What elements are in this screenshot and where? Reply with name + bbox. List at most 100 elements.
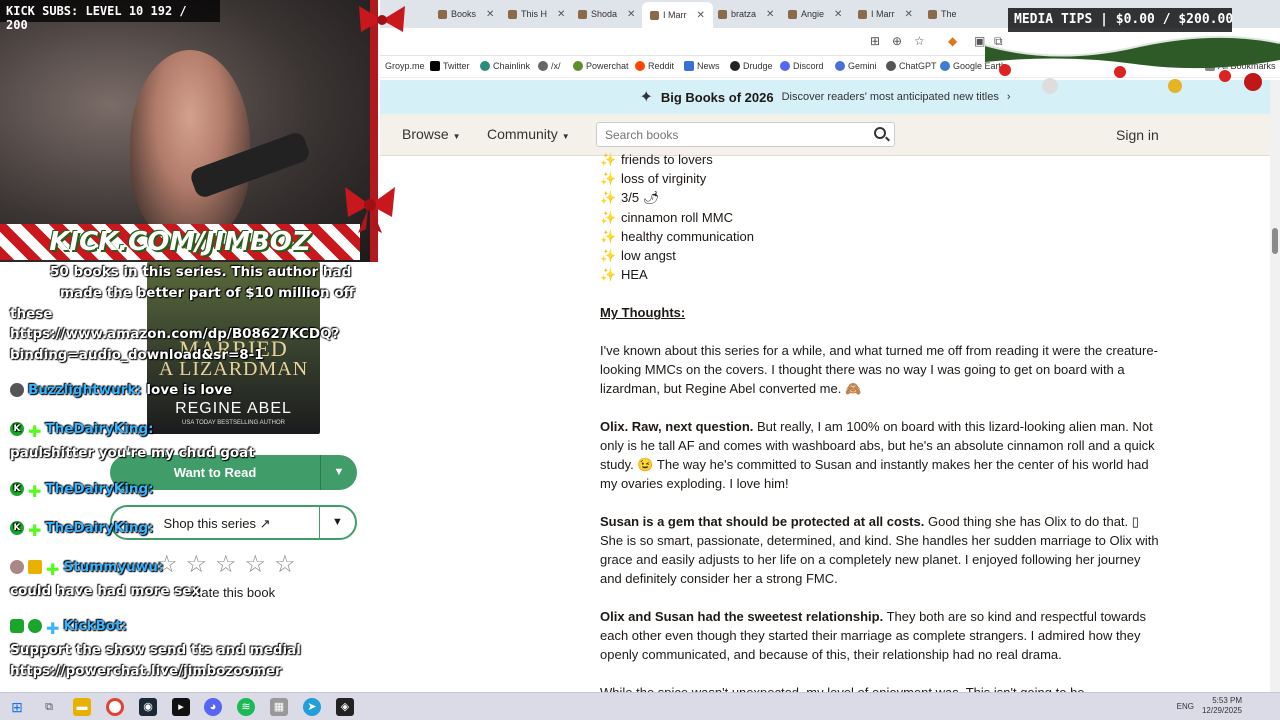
trope-item: ✨ cinnamon roll MMC — [600, 209, 733, 225]
bookmark-item[interactable]: Twitter — [430, 61, 470, 71]
close-icon[interactable]: ✕ — [697, 10, 705, 21]
tab-favicon-icon — [928, 9, 937, 19]
chat-message: https://www.amazon.com/dp/B08627KCDQ? — [10, 326, 340, 342]
bookmark-item[interactable]: Powerchat — [573, 61, 629, 71]
taskbar: ⊞ ⧉ ▬ ◉ ▸ ◕ ≋ ▦ ➤ ◈ ENG 5:53 PM 12/29/20… — [0, 692, 1280, 720]
bookmark-item[interactable]: ChatGPT — [886, 61, 937, 71]
discord-icon[interactable]: ◕ — [204, 698, 222, 716]
bot-badge-icon — [10, 619, 24, 633]
chat-message: Support the show send tts and medial — [10, 642, 301, 658]
bookmark-item[interactable]: Gemini — [835, 61, 877, 71]
review-paragraph: I've known about this series for a while… — [600, 343, 1158, 397]
news-icon — [684, 61, 694, 71]
steam-icon[interactable]: ◉ — [139, 698, 157, 716]
tab-favicon-icon — [788, 9, 797, 19]
obs-icon[interactable]: ◈ — [336, 698, 354, 716]
trope-item: ✨ healthy communication — [600, 228, 754, 244]
review-body: ✨ friends to lovers ✨ loss of virginity ✨ 3… — [600, 150, 1165, 702]
close-icon[interactable]: ✕ — [766, 9, 774, 20]
tab[interactable]: This H ✕ — [508, 5, 565, 23]
tab[interactable]: I Marr ✕ — [858, 5, 913, 23]
bookmark-item[interactable]: Reddit — [635, 61, 674, 71]
sparkle-icon: ✨ — [600, 248, 617, 264]
chat-message: K ✚ TheDairyKing: — [10, 520, 154, 540]
terminal-icon[interactable]: ▸ — [172, 698, 190, 716]
powerchat-icon — [573, 61, 583, 71]
tab[interactable]: bratza ✕ — [718, 5, 774, 23]
scrollbar[interactable] — [1270, 80, 1280, 692]
tab-favicon-icon — [858, 9, 867, 19]
tab[interactable]: The — [928, 5, 957, 23]
caret-down-icon: ▼ — [452, 132, 461, 141]
google-earth-icon — [940, 61, 950, 71]
sub-badge-icon: ✚ — [28, 422, 42, 441]
chrome-icon[interactable] — [106, 698, 124, 716]
tab[interactable]: Angie ✕ — [788, 5, 842, 23]
sword-icon: ✚ — [46, 619, 60, 638]
scrollbar-thumb[interactable] — [1272, 228, 1278, 254]
file-explorer-icon[interactable]: ▬ — [73, 698, 91, 716]
rating-stars[interactable]: ☆☆☆☆☆ — [156, 550, 304, 579]
tab[interactable]: Shoda ✕ — [578, 5, 635, 23]
tab-active[interactable]: I Marr ✕ — [642, 2, 713, 28]
chat-message: made the better part of $10 million off — [60, 285, 355, 301]
webcam-overlay — [0, 0, 378, 262]
bookmark-item[interactable]: Drudge — [730, 61, 773, 71]
drudge-icon — [730, 61, 740, 71]
external-link-icon: ↗ — [259, 516, 271, 531]
chat-message: these — [10, 306, 53, 322]
streamer — [130, 50, 250, 240]
extension-icon[interactable]: ▣ — [974, 34, 985, 48]
chat-message: https://powerchat.live/jimbozoomer — [10, 663, 282, 679]
trope-item: ✨ friends to lovers — [600, 152, 713, 168]
zoom-icon[interactable]: ⊕ — [892, 34, 902, 48]
bookmark-item[interactable]: Groyp.me — [385, 61, 425, 71]
telegram-icon[interactable]: ➤ — [303, 698, 321, 716]
promo-title: Big Books of 2026 — [660, 89, 774, 105]
language-indicator[interactable]: ENG — [1177, 702, 1194, 711]
chevron-down-icon[interactable]: ▼ — [320, 455, 357, 490]
thoughts-heading: My Thoughts: — [600, 305, 686, 321]
chat-message: 50 books in this series. This author had — [50, 264, 352, 280]
extension-icon[interactable]: ◆ — [948, 34, 957, 48]
chevron-down-icon[interactable]: ▼ — [319, 507, 355, 538]
chat-message: binding=audio_download&sr=8-1 — [10, 347, 264, 363]
kick-badge-icon: K — [10, 422, 24, 436]
bookmark-item[interactable]: Chainlink — [480, 61, 530, 71]
app-icon[interactable]: ▦ — [270, 698, 288, 716]
system-clock[interactable]: 5:53 PM 12/29/2025 — [1202, 696, 1242, 716]
chat-message: K ✚ TheDairyKing: — [10, 481, 154, 501]
spotify-icon[interactable]: ≋ — [237, 698, 255, 716]
sparkle-icon: ✨ — [600, 190, 617, 206]
browse-menu[interactable]: Browse ▼ — [402, 126, 461, 142]
task-view-icon[interactable]: ⧉ — [40, 698, 58, 716]
close-icon[interactable]: ✕ — [557, 9, 565, 20]
signin-link[interactable]: Sign in — [1116, 127, 1159, 143]
search-input[interactable] — [596, 122, 895, 147]
tab-favicon-icon — [650, 10, 659, 20]
close-icon[interactable]: ✕ — [486, 9, 494, 20]
close-icon[interactable]: ✕ — [627, 9, 635, 20]
tab-favicon-icon — [578, 9, 587, 19]
close-icon[interactable]: ✕ — [834, 9, 842, 20]
bookmark-item[interactable]: News — [684, 61, 720, 71]
translate-icon[interactable]: ⊞ — [870, 34, 880, 48]
bookmark-item[interactable]: Discord — [780, 61, 824, 71]
windows-start-icon[interactable]: ⊞ — [8, 698, 26, 716]
sparkle-icon: ✨ — [600, 152, 617, 168]
verified-icon — [28, 619, 42, 633]
close-icon[interactable]: ✕ — [905, 9, 913, 20]
bookmark-item[interactable]: /x/ — [538, 61, 561, 71]
stream-url-banner: KICK.COM/JIMBOZ — [0, 224, 360, 260]
bookmark-star-icon[interactable]: ☆ — [914, 34, 925, 48]
kick-badge-icon: K — [10, 521, 24, 535]
community-menu[interactable]: Community ▼ — [487, 126, 570, 142]
tab-favicon-icon — [508, 9, 517, 19]
trope-item: ✨ loss of virginity — [600, 171, 707, 187]
tab[interactable]: Books ✕ — [438, 5, 494, 23]
sparkle-icon: ✨ — [600, 171, 617, 187]
trope-item: ✨ 3/5 🌶 — [600, 190, 660, 206]
chat-message: could have had more sex — [10, 583, 201, 599]
discord-icon — [780, 61, 790, 71]
search-icon[interactable] — [874, 127, 886, 139]
